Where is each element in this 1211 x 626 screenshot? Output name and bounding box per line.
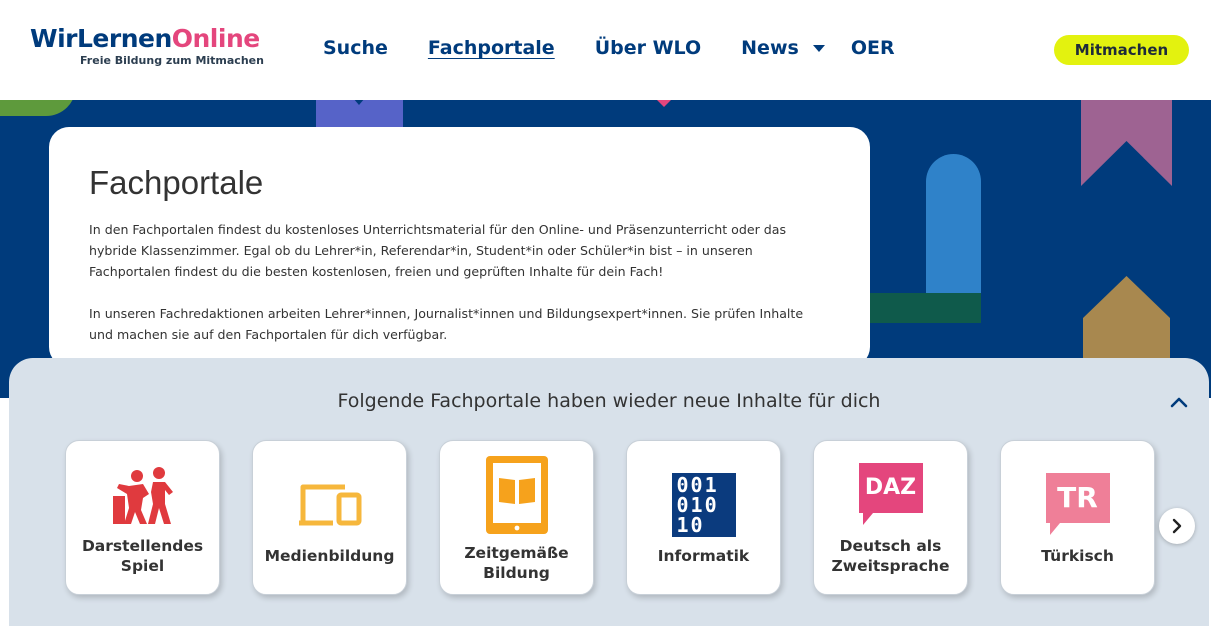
chevron-up-icon[interactable]: [1167, 390, 1191, 414]
daz-speech-bubble-icon: DAZ: [855, 460, 927, 530]
purple-notch-decoration: [353, 100, 365, 105]
intro-paragraph: In den Fachportalen findest du kostenlos…: [89, 222, 787, 279]
portal-card-label: Deutsch als Zweitsprache: [831, 536, 950, 575]
daz-badge-text: DAZ: [864, 475, 917, 500]
logo-tagline: Freie Bildung zum Mitmachen: [80, 54, 264, 67]
binary-code-icon: 001 010 10: [668, 470, 740, 540]
nav-item-oer[interactable]: OER: [851, 37, 895, 59]
pink-notch-decoration: [657, 100, 671, 107]
portal-card-label: Medienbildung: [264, 546, 395, 565]
page-title: Fachportale: [89, 164, 264, 201]
binary-line: 10: [676, 512, 705, 537]
portal-card-deutsch-als-zweitsprache[interactable]: DAZ Deutsch als Zweitsprache: [813, 440, 968, 595]
nav-item-news-label: News: [741, 37, 799, 59]
intro-card: Fachportale In den Fachportalen findest …: [49, 127, 870, 367]
nav-item-suche[interactable]: Suche: [323, 37, 388, 59]
carousel-next-button[interactable]: [1159, 508, 1195, 544]
chevron-right-icon: [1172, 518, 1182, 534]
portal-card-list: Darstellendes Spiel Medienbildung Zeitge…: [65, 440, 1187, 595]
mitmachen-button[interactable]: Mitmachen: [1054, 35, 1189, 65]
tr-badge-text: TR: [1057, 481, 1098, 514]
devices-icon: [294, 470, 366, 540]
binary-line: 010: [676, 492, 719, 517]
chevron-down-icon: [812, 44, 825, 52]
portal-card-label: Informatik: [657, 546, 750, 565]
new-content-panel: Folgende Fachportale haben wieder neue I…: [9, 358, 1209, 626]
bookmark-decoration: [1081, 100, 1172, 186]
theater-figures-icon: [107, 460, 179, 530]
logo-wordmark: WirLernenOnline: [30, 24, 260, 53]
intro-paragraph: In unseren Fachredaktionen arbeiten Lehr…: [89, 306, 804, 342]
portal-card-label: Zeitgemäße Bildung: [464, 543, 569, 582]
nav-item-ueber-wlo[interactable]: Über WLO: [595, 37, 701, 59]
binary-line: 001: [676, 472, 719, 497]
portal-card-label: Darstellendes Spiel: [81, 536, 204, 575]
intro-text: In den Fachportalen findest du kostenlos…: [89, 219, 830, 345]
portal-card-informatik[interactable]: 001 010 10 Informatik: [626, 440, 781, 595]
portal-card-label: Türkisch: [1041, 546, 1114, 565]
portal-card-tuerkisch[interactable]: TR Türkisch: [1000, 440, 1155, 595]
new-content-title: Folgende Fachportale haben wieder neue I…: [337, 390, 881, 412]
main-nav: Suche Fachportale Über WLO News OER: [323, 37, 935, 59]
green-shape-decoration: [0, 100, 76, 116]
portal-card-darstellendes-spiel[interactable]: Darstellendes Spiel: [65, 440, 220, 595]
portal-card-zeitgemaesse-bildung[interactable]: Zeitgemäße Bildung: [439, 440, 594, 595]
green-bar-decoration: [868, 293, 981, 323]
blue-pillar-decoration: [926, 154, 981, 299]
logo[interactable]: WirLernenOnline Freie Bildung zum Mitmac…: [30, 24, 264, 68]
tablet-book-icon: [481, 453, 553, 537]
nav-item-news[interactable]: News: [741, 37, 825, 59]
house-decoration: [1083, 276, 1170, 360]
portal-card-medienbildung[interactable]: Medienbildung: [252, 440, 407, 595]
tr-speech-bubble-icon: TR: [1042, 470, 1114, 540]
site-header: WirLernenOnline Freie Bildung zum Mitmac…: [0, 0, 1211, 100]
nav-item-fachportale[interactable]: Fachportale: [428, 37, 555, 59]
